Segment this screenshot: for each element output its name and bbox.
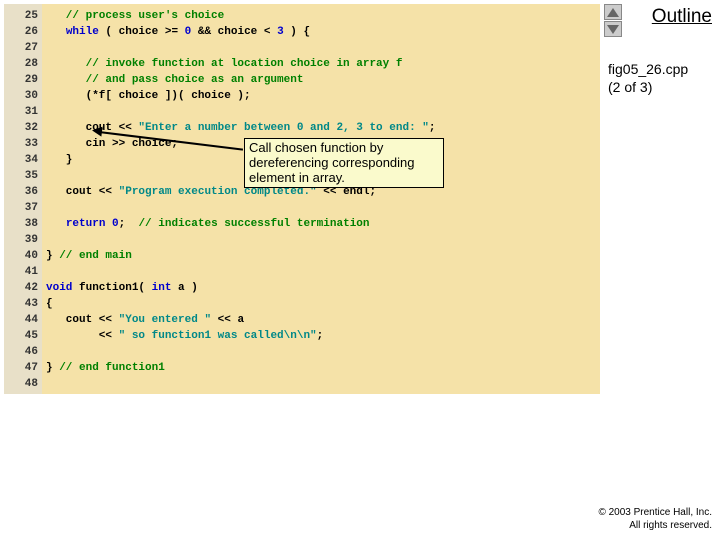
- line-number: 46: [4, 344, 38, 360]
- line-number: 32: [4, 120, 38, 136]
- code-panel: 25 // process user's choice 26 while ( c…: [4, 4, 600, 394]
- nav-down-button[interactable]: [604, 21, 622, 37]
- figure-page: (2 of 3): [608, 78, 714, 96]
- code-line: << " so function1 was called\n\n";: [46, 328, 323, 344]
- callout-box: Call chosen function by dereferencing co…: [244, 138, 444, 188]
- line-number: 31: [4, 104, 38, 120]
- line-number: 43: [4, 296, 38, 312]
- line-number: 45: [4, 328, 38, 344]
- line-number: 25: [4, 8, 38, 24]
- line-number: 34: [4, 152, 38, 168]
- line-number: 28: [4, 56, 38, 72]
- line-number: 36: [4, 184, 38, 200]
- figure-filename: fig05_26.cpp: [608, 60, 714, 78]
- line-number: 30: [4, 88, 38, 104]
- line-number: 38: [4, 216, 38, 232]
- triangle-down-icon: [607, 25, 619, 34]
- line-number: 37: [4, 200, 38, 216]
- callout-arrow-head: [91, 125, 102, 136]
- line-number: 27: [4, 40, 38, 56]
- outline-heading[interactable]: Outline: [652, 6, 712, 28]
- nav-up-button[interactable]: [604, 4, 622, 20]
- triangle-up-icon: [607, 8, 619, 17]
- code-line: // invoke function at location choice in…: [46, 56, 402, 72]
- line-number: 35: [4, 168, 38, 184]
- code-line: return 0; // indicates successful termin…: [46, 216, 370, 232]
- line-number: 40: [4, 248, 38, 264]
- code-line: while ( choice >= 0 && choice < 3 ) {: [46, 24, 310, 40]
- line-number: 42: [4, 280, 38, 296]
- code-line: } // end function1: [46, 360, 165, 376]
- line-number: 47: [4, 360, 38, 376]
- code-line: // process user's choice: [46, 8, 224, 24]
- code-line: // and pass choice as an argument: [46, 72, 303, 88]
- figure-label: fig05_26.cpp (2 of 3): [608, 60, 714, 96]
- code-line: void function1( int a ): [46, 280, 198, 296]
- copyright-line: © 2003 Prentice Hall, Inc.: [598, 506, 712, 519]
- line-number: 29: [4, 72, 38, 88]
- callout-text: Call chosen function by: [249, 141, 439, 156]
- callout-text: dereferencing corresponding: [249, 156, 439, 171]
- code-line: } // end main: [46, 248, 132, 264]
- line-number: 41: [4, 264, 38, 280]
- line-number: 44: [4, 312, 38, 328]
- line-number: 33: [4, 136, 38, 152]
- code-line: }: [46, 152, 72, 168]
- code-line: (*f[ choice ])( choice );: [46, 88, 251, 104]
- line-number: 48: [4, 376, 38, 392]
- line-number: 39: [4, 232, 38, 248]
- code-line: cout << "You entered " << a: [46, 312, 244, 328]
- copyright-notice: © 2003 Prentice Hall, Inc. All rights re…: [598, 506, 712, 532]
- copyright-line: All rights reserved.: [598, 519, 712, 532]
- code-line: {: [46, 296, 53, 312]
- line-number: 26: [4, 24, 38, 40]
- callout-text: element in array.: [249, 171, 439, 186]
